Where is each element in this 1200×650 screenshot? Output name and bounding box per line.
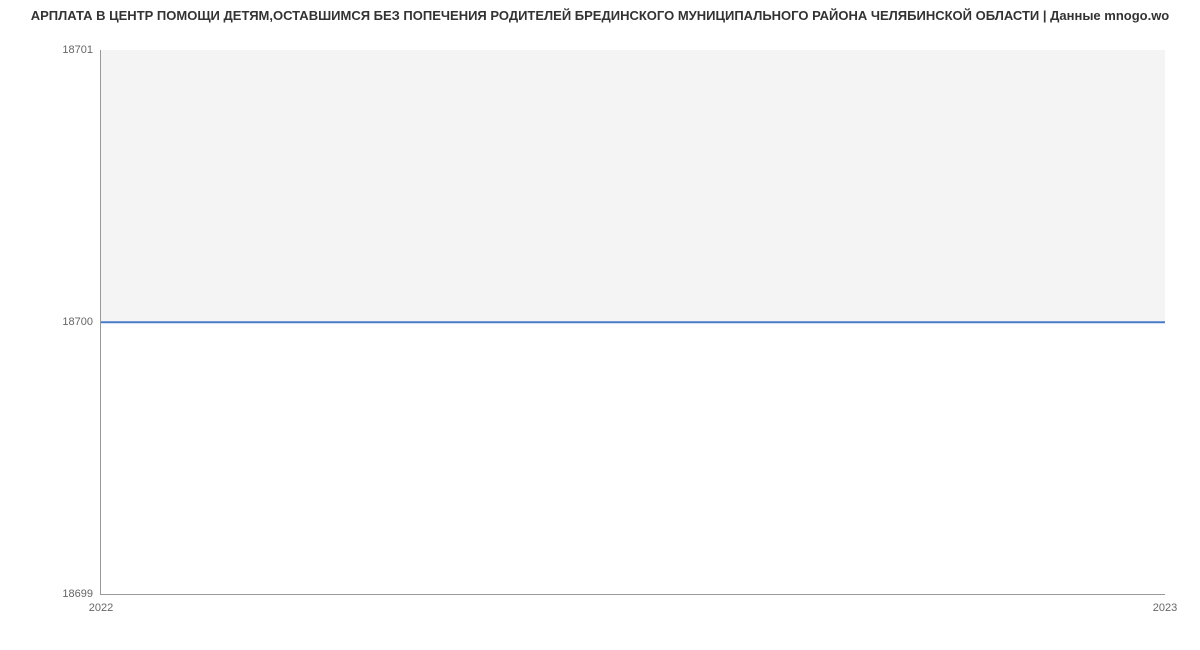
plot-background-upper — [101, 50, 1165, 322]
chart-plot-area: 18701 18700 18699 2022 2023 — [100, 50, 1165, 595]
y-axis-tick-label: 18701 — [62, 44, 93, 56]
y-axis-tick-label: 18700 — [62, 316, 93, 328]
chart-title: АРПЛАТА В ЦЕНТР ПОМОЩИ ДЕТЯМ,ОСТАВШИМСЯ … — [0, 0, 1200, 31]
x-axis-tick-label: 2023 — [1153, 602, 1177, 614]
y-axis-tick-label: 18699 — [62, 588, 93, 600]
data-series-line — [101, 321, 1165, 323]
plot-background-lower — [101, 322, 1165, 594]
x-axis-tick-label: 2022 — [89, 602, 113, 614]
